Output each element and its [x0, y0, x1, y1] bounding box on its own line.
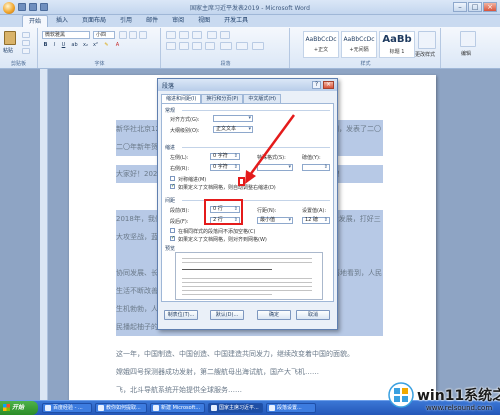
taskbar-item[interactable]: 国家主席习近平... [208, 403, 263, 413]
start-button[interactable]: 开始 [0, 401, 38, 415]
taskbar-item[interactable]: 百度经验 - ... [42, 403, 92, 413]
annotation-arrow-icon [245, 114, 296, 184]
taskbar-item[interactable]: 教你如何提取... [95, 403, 147, 413]
windows-logo-icon [388, 382, 414, 408]
watermark-title: win11系统之家 [417, 388, 500, 404]
arrow-shaft [248, 114, 296, 176]
taskbar-item[interactable]: 段落设置... [266, 403, 316, 413]
taskbar-item[interactable]: 新建 Microsoft... [150, 403, 205, 413]
arrow-head [245, 170, 256, 184]
watermark-url: www.relsound.com [426, 404, 493, 412]
start-label: 开始 [12, 404, 25, 411]
watermark-logo: win11系统之家 www.relsound.com [388, 376, 500, 415]
windows-logo-icon [3, 404, 10, 411]
